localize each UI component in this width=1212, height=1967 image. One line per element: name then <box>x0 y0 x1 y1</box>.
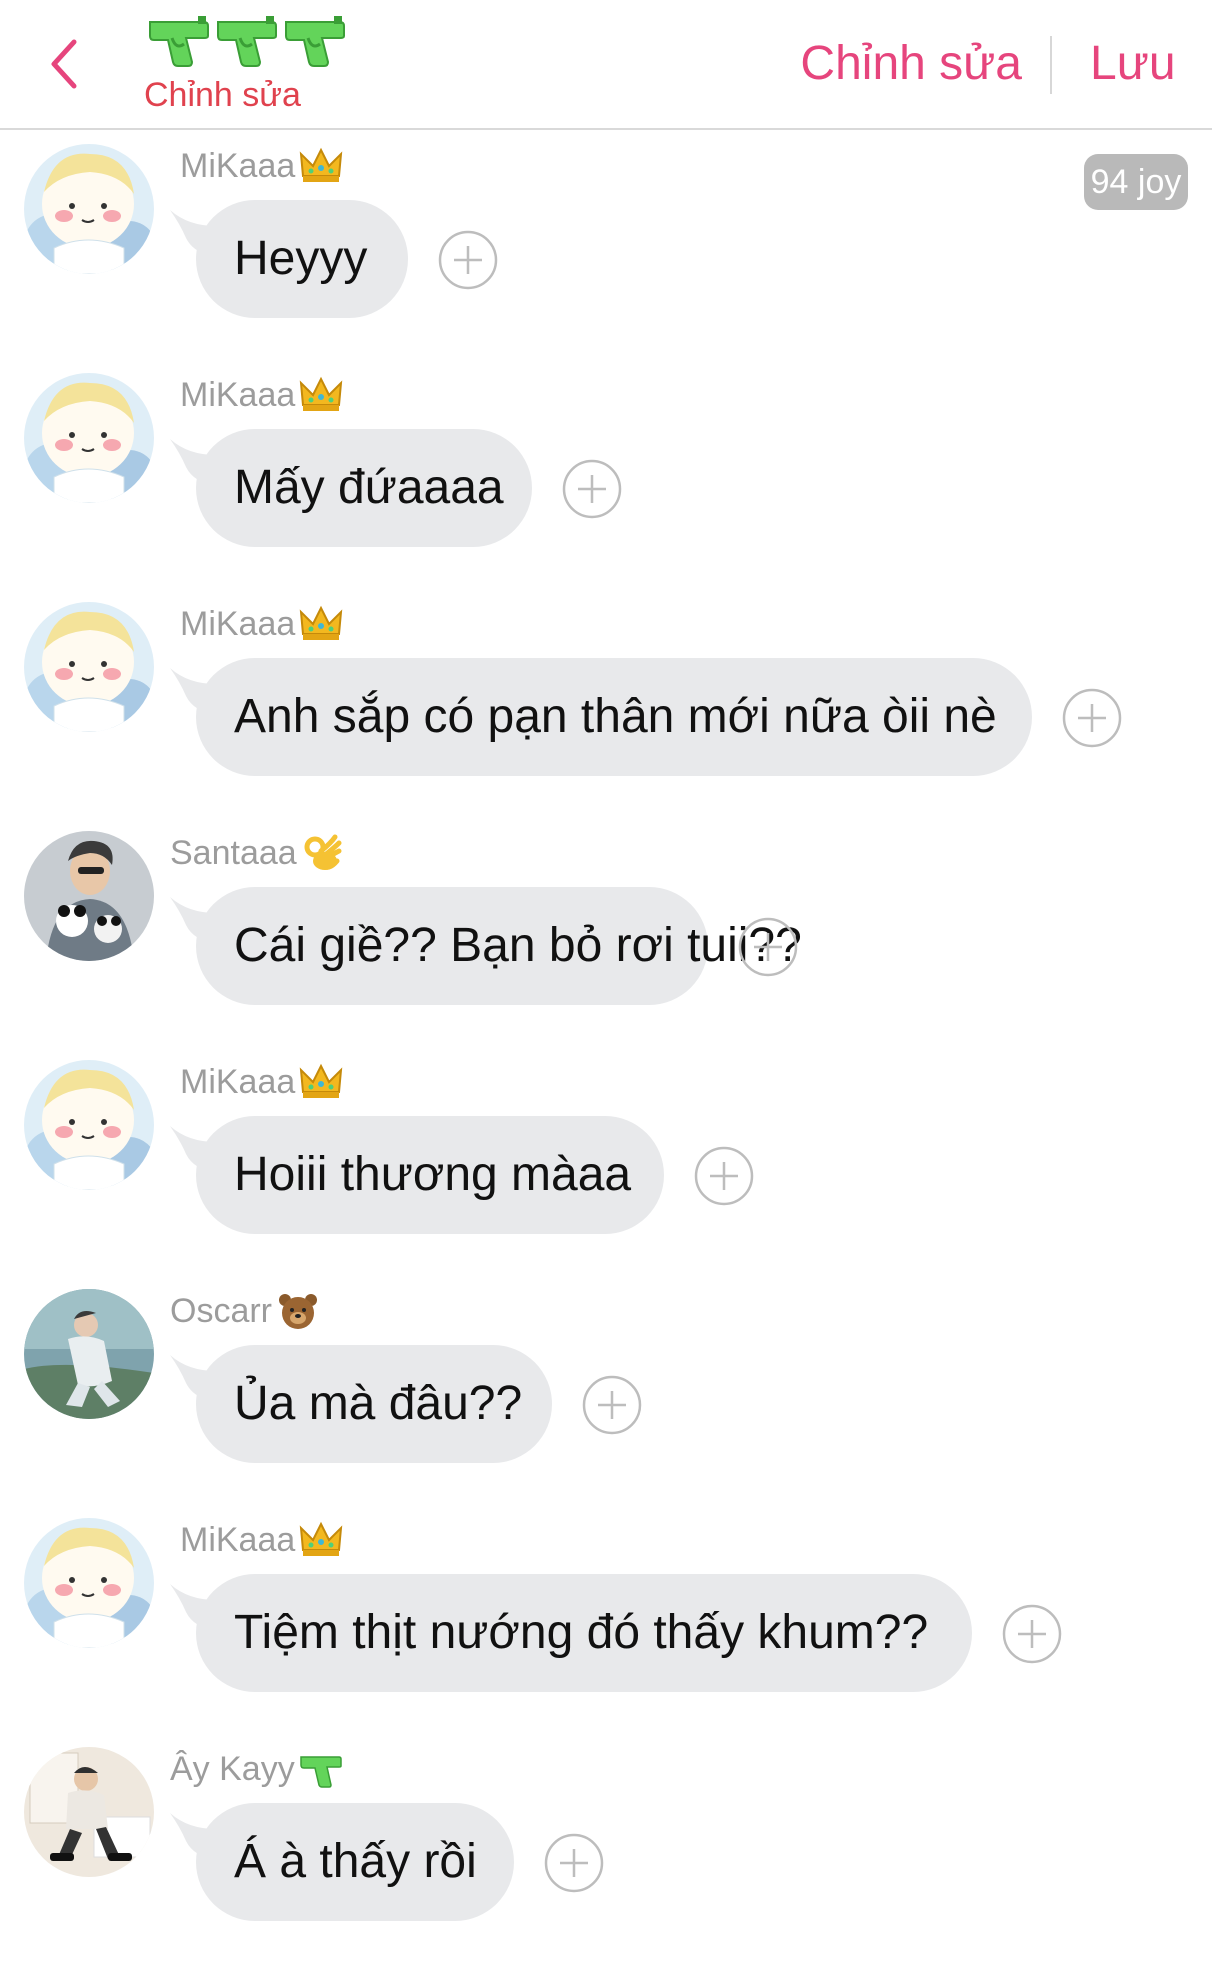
ok-hand-icon <box>301 833 345 873</box>
avatar[interactable] <box>24 831 154 961</box>
title-emojis <box>146 14 346 68</box>
plus-icon <box>1062 688 1122 748</box>
sender-label: Ây Kayy <box>170 1749 295 1788</box>
group-title: Chỉnh sửa <box>138 10 358 122</box>
sender-label: Oscarr <box>170 1291 272 1330</box>
sender-label: MiKaaa <box>180 375 296 414</box>
header-divider <box>1050 36 1052 94</box>
message-row: MiKaaa Anh sắp có pạn thân mới nữa òii nè <box>0 602 1212 822</box>
message-bubble[interactable]: Ủa mà đâu?? <box>196 1345 552 1463</box>
sender-label: MiKaaa <box>180 146 296 185</box>
sender-name: MiKaaa <box>180 375 343 415</box>
add-reaction-button[interactable] <box>738 917 798 977</box>
add-reaction-button[interactable] <box>562 459 622 519</box>
sender-name: Santaaa <box>170 833 345 873</box>
plus-icon <box>544 1833 604 1893</box>
water-gun-icon <box>146 14 210 68</box>
avatar[interactable] <box>24 1060 154 1190</box>
add-reaction-button[interactable] <box>544 1833 604 1893</box>
message-row: MiKaaa Tiệm thịt nướng đó thấy khum?? <box>0 1518 1212 1738</box>
plus-icon <box>738 917 798 977</box>
sender-label: MiKaaa <box>180 604 296 643</box>
crown-icon <box>299 1062 343 1102</box>
add-reaction-button[interactable] <box>582 1375 642 1435</box>
add-reaction-button[interactable] <box>1062 688 1122 748</box>
plus-icon <box>582 1375 642 1435</box>
avatar[interactable] <box>24 1518 154 1648</box>
avatar[interactable] <box>24 602 154 732</box>
message-bubble[interactable]: Tiệm thịt nướng đó thấy khum?? <box>196 1574 972 1692</box>
plus-icon <box>438 230 498 290</box>
sender-name: MiKaaa <box>180 604 343 644</box>
avatar[interactable] <box>24 373 154 503</box>
sender-name: Ây Kayy <box>170 1749 343 1789</box>
back-button[interactable] <box>44 34 84 94</box>
sender-name: Oscarr <box>170 1291 320 1331</box>
avatar[interactable] <box>24 1289 154 1419</box>
chevron-left-icon <box>51 39 77 89</box>
crown-icon <box>299 604 343 644</box>
message-bubble[interactable]: Mấy đứaaaa <box>196 429 532 547</box>
sender-name: MiKaaa <box>180 1520 343 1560</box>
chat-header: Chỉnh sửa Chỉnh sửa Lưu <box>0 0 1212 130</box>
message-bubble[interactable]: Hoiii thương màaa <box>196 1116 664 1234</box>
message-bubble[interactable]: Heyyy <box>196 200 408 318</box>
water-gun-icon <box>299 1749 343 1789</box>
title-label: Chỉnh sửa <box>144 76 301 114</box>
bear-icon <box>276 1291 320 1331</box>
message-row: Ây Kayy Á à thấy rồi <box>0 1747 1212 1967</box>
add-reaction-button[interactable] <box>694 1146 754 1206</box>
message-row: Santaaa Cái giề?? Bạn bỏ rơi tuii?? <box>0 831 1212 1051</box>
sender-name: MiKaaa <box>180 146 343 186</box>
sender-label: MiKaaa <box>180 1520 296 1559</box>
add-reaction-button[interactable] <box>438 230 498 290</box>
crown-icon <box>299 375 343 415</box>
avatar[interactable] <box>24 1747 154 1877</box>
water-gun-icon <box>282 14 346 68</box>
message-row: MiKaaa Hoiii thương màaa <box>0 1060 1212 1280</box>
message-row: MiKaaa Heyyy <box>0 144 1212 364</box>
avatar[interactable] <box>24 144 154 274</box>
add-reaction-button[interactable] <box>1002 1604 1062 1664</box>
message-bubble[interactable]: Anh sắp có pạn thân mới nữa òii nè <box>196 658 1032 776</box>
crown-icon <box>299 1520 343 1560</box>
message-row: MiKaaa Mấy đứaaaa <box>0 373 1212 593</box>
sender-name: MiKaaa <box>180 1062 343 1102</box>
sender-label: MiKaaa <box>180 1062 296 1101</box>
message-bubble[interactable]: Cái giề?? Bạn bỏ rơi tuii?? <box>196 887 802 1005</box>
plus-icon <box>1002 1604 1062 1664</box>
crown-icon <box>299 146 343 186</box>
message-row: Oscarr Ủa mà đâu?? <box>0 1289 1212 1509</box>
save-button[interactable]: Lưu <box>1090 36 1176 91</box>
plus-icon <box>694 1146 754 1206</box>
edit-button[interactable]: Chỉnh sửa <box>800 36 1022 91</box>
water-gun-icon <box>214 14 278 68</box>
plus-icon <box>562 459 622 519</box>
message-bubble[interactable]: Á à thấy rồi <box>196 1803 514 1921</box>
sender-label: Santaaa <box>170 833 297 872</box>
